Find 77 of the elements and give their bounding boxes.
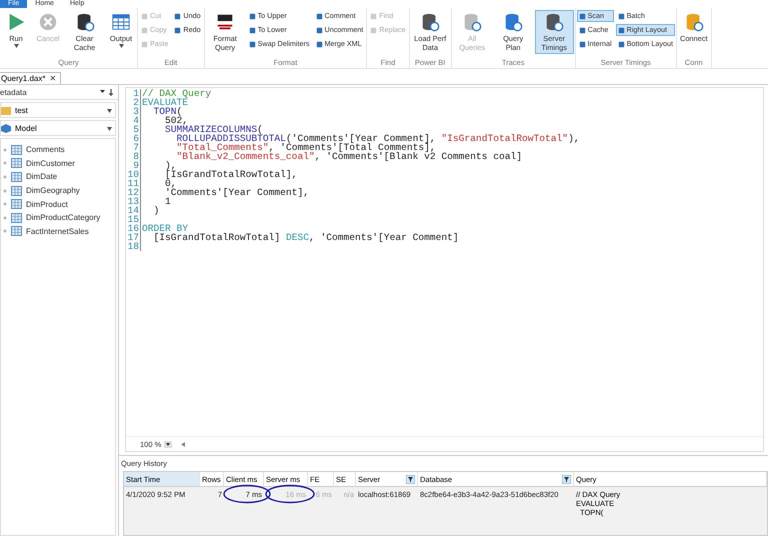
table-icon xyxy=(111,12,131,32)
code-line: // DAX Query xyxy=(142,89,212,98)
expand-icon[interactable] xyxy=(3,148,7,152)
caret-icon xyxy=(107,126,112,130)
tree-item[interactable]: DimProduct xyxy=(1,197,115,211)
cancel-icon xyxy=(38,12,58,32)
code-line: SUMMARIZECOLUMNS( xyxy=(164,125,263,134)
tree-item[interactable]: FactInternetSales xyxy=(1,224,115,238)
logo-icon xyxy=(215,12,236,32)
pin-icon[interactable] xyxy=(100,88,114,96)
code-line: ), xyxy=(164,161,177,170)
panel-title: etadata xyxy=(0,88,27,96)
table-icon xyxy=(11,144,22,155)
expand-icon[interactable] xyxy=(3,202,7,206)
table-icon xyxy=(11,199,22,210)
filter-icon[interactable] xyxy=(406,474,415,484)
code-line: TOPN( xyxy=(152,107,182,116)
line-number: 18 xyxy=(126,242,141,251)
line-number: 2 xyxy=(126,98,141,107)
table-icon xyxy=(11,212,22,223)
line-number: 7 xyxy=(126,143,141,152)
tree-item[interactable]: DimCustomer xyxy=(1,156,115,170)
line-number: 12 xyxy=(126,188,141,197)
hand-drawn-circle xyxy=(264,484,316,504)
tree-item[interactable]: DimDate xyxy=(1,170,115,184)
line-number: 9 xyxy=(126,161,141,170)
line-number: 14 xyxy=(126,206,141,215)
table-icon xyxy=(11,172,22,182)
tree-item[interactable]: DimGeography xyxy=(1,184,115,198)
line-number: 6 xyxy=(126,134,141,143)
code-line: ROLLUPADDISSUBTOTAL('Comments'[Year Comment], "IsGrandTotalRowTotal"), xyxy=(176,134,580,143)
code-line: "Blank_v2_Comments_coal", 'Comments'[Blank v2 Comments coal] xyxy=(176,152,522,161)
code-line: ORDER BY xyxy=(142,224,188,233)
line-number: 1 xyxy=(126,89,141,98)
hand-drawn-circle xyxy=(222,484,272,504)
code-line: 502, xyxy=(164,116,188,125)
table-icon xyxy=(11,186,22,196)
model-dropdown[interactable]: Model xyxy=(0,120,116,136)
database-icon xyxy=(74,12,94,32)
line-number: 3 xyxy=(126,107,141,116)
line-number: 5 xyxy=(126,125,141,134)
filter-icon[interactable] xyxy=(562,474,571,484)
tree-item[interactable]: DimProductCategory xyxy=(1,210,115,225)
line-number: 10 xyxy=(126,170,141,179)
dropdown-icon[interactable] xyxy=(164,440,172,448)
scroll-left-icon[interactable] xyxy=(181,442,186,446)
cube-icon xyxy=(1,124,11,132)
document-tab[interactable]: Query1.dax* ✕ xyxy=(0,72,62,84)
table-icon xyxy=(11,226,22,236)
code-line: 0, xyxy=(164,179,177,188)
line-number: 16 xyxy=(126,224,141,233)
line-number: 4 xyxy=(126,116,141,125)
code-line: EVALUATE xyxy=(142,98,188,107)
expand-icon[interactable] xyxy=(3,229,7,234)
line-number: 11 xyxy=(126,179,141,188)
line-number: 13 xyxy=(126,197,141,206)
line-number: 17 xyxy=(126,233,141,242)
database-icon xyxy=(503,12,524,32)
line-number: 15 xyxy=(126,215,141,224)
code-line: [IsGrandTotalRowTotal] DESC, 'Comments'[Year Comment] xyxy=(152,233,459,242)
code-line: 'Comments'[Year Comment], xyxy=(164,188,309,197)
caret-icon xyxy=(107,108,112,112)
expand-icon[interactable] xyxy=(3,216,7,220)
line-number: 8 xyxy=(126,152,141,161)
code-line: ) xyxy=(152,206,160,215)
database-dropdown[interactable]: test xyxy=(0,102,116,118)
expand-icon[interactable] xyxy=(3,174,7,179)
expand-icon[interactable] xyxy=(3,161,7,166)
table-icon xyxy=(11,158,22,168)
code-line: "Total_Comments", 'Comments'[Total Comments], xyxy=(176,143,436,152)
code-line: 1 xyxy=(164,197,171,206)
code-line: [IsGrandTotalRowTotal], xyxy=(164,170,298,179)
database-icon xyxy=(462,12,482,32)
folder-icon xyxy=(1,106,11,114)
expand-icon[interactable] xyxy=(3,188,7,193)
close-icon[interactable]: ✕ xyxy=(49,74,56,83)
tree-item[interactable]: Comments xyxy=(1,143,115,157)
